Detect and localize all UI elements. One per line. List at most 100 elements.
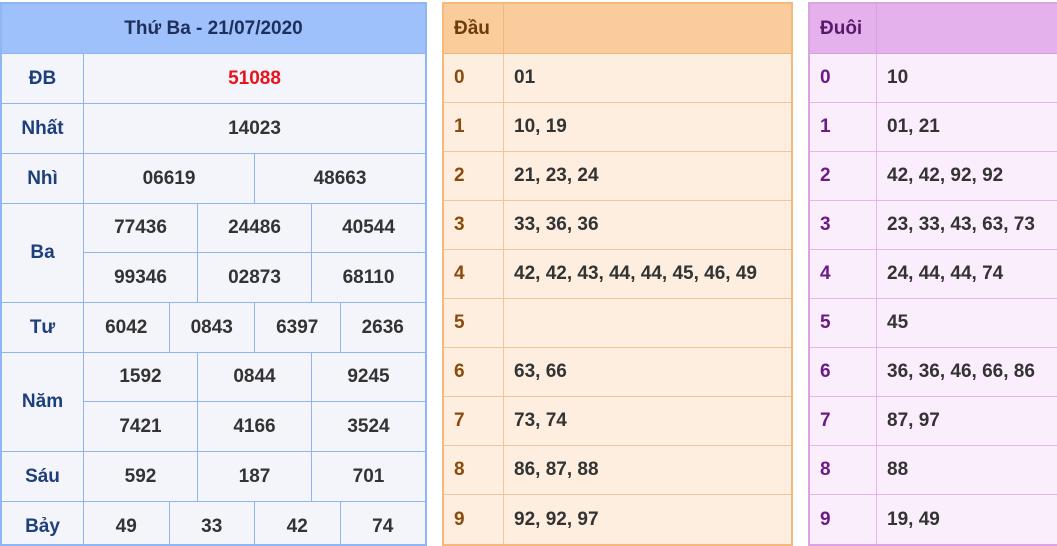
duoi-numbers: 87, 97 [887,410,940,431]
duoi-row: 4 24, 44, 44, 74 [810,250,1057,299]
prize-row: Ba 77436 24486 40544 99346 02873 68110 [2,204,425,303]
prize-line: 14023 [84,104,425,153]
prize-line: 51088 [84,54,425,103]
prize-label: ĐB [2,54,84,103]
dau-numbers: 86, 87, 88 [514,459,599,480]
prize-label: Sáu [2,452,84,501]
prize-number: 2636 [361,316,404,338]
results-table: Thứ Ba - 21/07/2020 ĐB 51088 Nhất 14023 Nhì 0… [0,2,427,546]
dau-row: 3 33, 36, 36 [444,201,791,250]
dau-header-values [504,4,791,53]
prize-number: 74 [372,515,394,537]
prize-number: 49 [84,502,170,546]
prize-label: Bảy [2,502,84,546]
duoi-numbers: 24, 44, 44, 74 [887,263,1004,284]
dau-header-row: Đầu [444,4,791,54]
prize-number: 187 [198,452,312,501]
duoi-row: 6 36, 36, 46, 66, 86 [810,348,1057,397]
prize-number: 99346 [84,253,198,302]
special-prize-number: 51088 [228,67,281,89]
prize-label: Năm [2,353,84,451]
duoi-digit: 9 [810,495,877,544]
dau-rows: 0 01 1 10, 19 2 21, 23, 24 3 33, 36, 36 4 42, 42,… [444,54,791,544]
dau-digit: 8 [444,446,504,494]
dau-table: Đầu 0 01 1 10, 19 2 21, 23, 24 3 33, 36, 36 4 42,… [442,2,793,546]
prize-line: 1592 0844 9245 [84,353,425,402]
duoi-rows: 0 10 1 01, 21 2 42, 42, 92, 92 3 23, 33, 43, 63… [810,54,1057,544]
dau-digit: 6 [444,348,504,396]
dau-numbers: 10, 19 [514,116,567,137]
prize-lines: 51088 [84,54,425,103]
prize-number: 24486 [198,204,312,252]
duoi-digit: 4 [810,250,877,298]
prize-row: Tư 6042 0843 6397 2636 [2,303,425,353]
duoi-header-row: Đuôi [810,4,1057,54]
prize-line: 49 33 42 74 [84,502,425,546]
prize-label: Tư [2,303,84,352]
dau-row: 8 86, 87, 88 [444,446,791,495]
dau-row: 0 01 [444,54,791,103]
duoi-digit: 3 [810,201,877,249]
dau-numbers [504,299,791,347]
duoi-digit: 1 [810,103,877,151]
duoi-numbers: 10 [887,67,909,88]
dau-row: 6 63, 66 [444,348,791,397]
dau-digit: 0 [444,54,504,102]
prize-number: 9245 [347,366,390,387]
duoi-header-values [877,4,1057,53]
prize-rows: ĐB 51088 Nhất 14023 Nhì 06619 48663 Ba 77436 2448… [2,54,425,546]
prize-number: 1592 [84,353,198,401]
prize-number: 4166 [198,402,312,451]
dau-row: 9 92, 92, 97 [444,495,791,544]
dau-numbers: 33, 36, 36 [514,214,599,235]
dau-digit: 9 [444,495,504,544]
prize-lines: 77436 24486 40544 99346 02873 68110 [84,204,425,302]
prize-number: 6042 [84,303,170,352]
prize-line: 6042 0843 6397 2636 [84,303,425,352]
prize-row: ĐB 51088 [2,54,425,104]
prize-row: Năm 1592 0844 9245 7421 4166 3524 [2,353,425,452]
dau-numbers: 01 [514,67,536,88]
duoi-row: 0 10 [810,54,1057,103]
dau-row: 4 42, 42, 43, 44, 44, 45, 46, 49 [444,250,791,299]
prize-number: 33 [170,502,255,546]
dau-row: 1 10, 19 [444,103,791,152]
dau-digit: 4 [444,250,504,298]
dau-numbers: 63, 66 [514,361,567,382]
prize-number: 77436 [84,204,198,252]
prize-number: 48663 [313,167,367,189]
dau-row: 2 21, 23, 24 [444,152,791,201]
prize-number: 06619 [84,154,255,203]
prize-row: Nhất 14023 [2,104,425,154]
duoi-digit: 2 [810,152,877,200]
prize-line: 7421 4166 3524 [84,402,425,451]
prize-row: Nhì 06619 48663 [2,154,425,204]
prize-line: 77436 24486 40544 [84,204,425,253]
prize-lines: 6042 0843 6397 2636 [84,303,425,352]
prize-number: 42 [255,502,341,546]
duoi-row: 9 19, 49 [810,495,1057,544]
dau-row: 7 73, 74 [444,397,791,446]
prize-row: Bảy 49 33 42 74 [2,502,425,546]
prize-number: 701 [352,465,385,487]
duoi-numbers: 36, 36, 46, 66, 86 [887,361,1035,382]
prize-label: Nhất [2,104,84,153]
prize-line: 99346 02873 68110 [84,253,425,302]
prize-number: 40544 [342,217,395,238]
duoi-numbers: 01, 21 [887,116,940,137]
dau-digit: 5 [444,299,504,347]
duoi-numbers: 23, 33, 43, 63, 73 [887,214,1035,235]
duoi-digit: 8 [810,446,877,494]
prize-label: Ba [2,204,84,302]
duoi-numbers: 45 [887,312,909,333]
prize-row: Sáu 592 187 701 [2,452,425,502]
duoi-digit: 5 [810,299,877,347]
duoi-numbers: 19, 49 [887,508,940,530]
prize-lines: 592 187 701 [84,452,425,501]
prize-line: 06619 48663 [84,154,425,203]
duoi-digit: 0 [810,54,877,102]
duoi-table: Đuôi 0 10 1 01, 21 2 42, 42, 92, 92 3 23, 33, 4… [808,2,1057,546]
prize-number: 6397 [255,303,341,352]
dau-digit: 2 [444,152,504,200]
duoi-row: 2 42, 42, 92, 92 [810,152,1057,201]
